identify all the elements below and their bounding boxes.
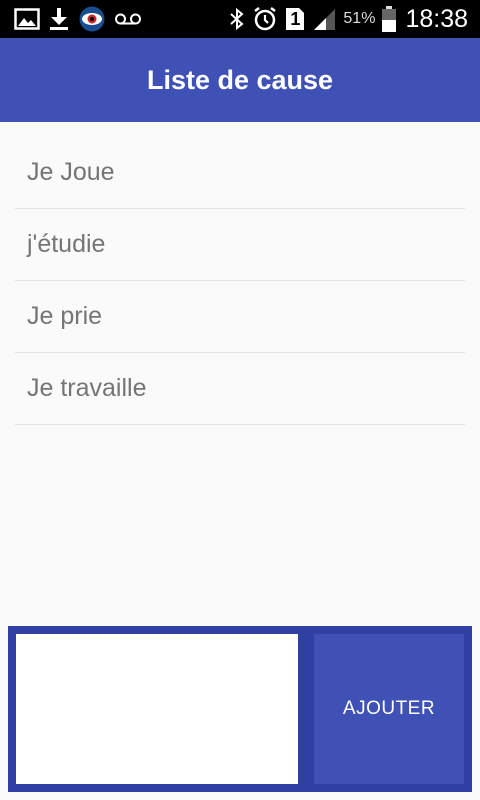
clock: 18:38 (405, 4, 468, 33)
list-item[interactable]: Je prie (15, 281, 465, 353)
image-icon (14, 8, 40, 30)
bluetooth-icon (229, 7, 245, 31)
list-item[interactable]: Je travaille (15, 353, 465, 425)
list-item-label: Je prie (27, 302, 103, 330)
list-item[interactable]: Je Joue (15, 137, 465, 209)
add-cause-panel: AJOUTER (8, 626, 472, 792)
list-item-label: Je Joue (27, 158, 115, 186)
battery-icon (382, 6, 397, 32)
sim-1-icon: 1 (285, 7, 305, 31)
page-title: Liste de cause (146, 64, 334, 95)
add-button[interactable]: AJOUTER (314, 634, 464, 784)
cause-input[interactable] (16, 634, 298, 784)
list-item[interactable]: j'étudie (15, 209, 465, 281)
list-item-label: j'étudie (27, 230, 106, 258)
sim-number: 1 (290, 9, 301, 29)
voicemail-icon (114, 12, 142, 26)
eye-icon (78, 6, 106, 32)
alarm-icon (252, 6, 278, 32)
cause-list: Je Joue j'étudie Je prie Je travaille (15, 137, 465, 425)
download-icon (48, 7, 70, 31)
signal-icon (312, 7, 336, 31)
status-bar: 1 51% 18:38 (0, 0, 480, 38)
app-bar: Liste de cause (0, 38, 480, 122)
battery-percent: 51% (343, 10, 376, 27)
list-item-label: Je travaille (27, 374, 147, 402)
